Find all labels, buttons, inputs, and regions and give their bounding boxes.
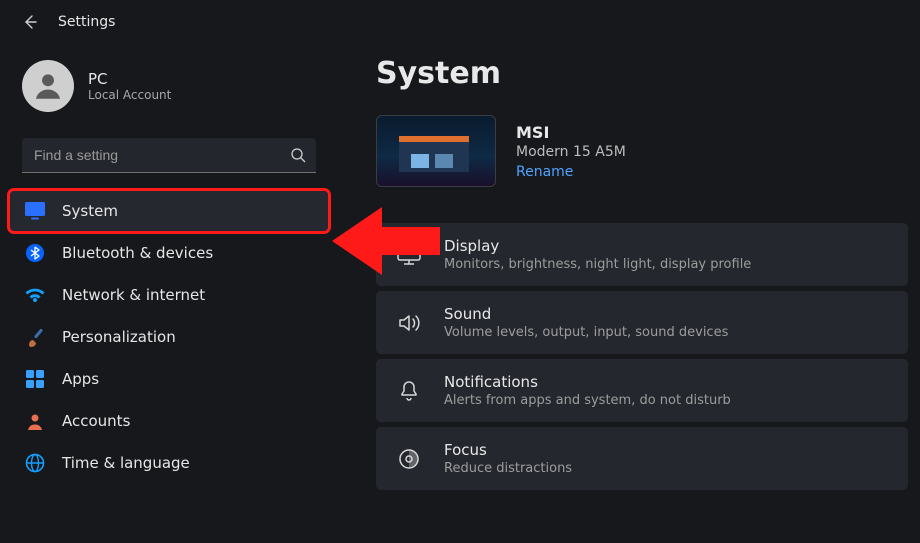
paintbrush-icon (24, 326, 46, 348)
sidebar-item-label: Bluetooth & devices (62, 244, 213, 262)
card-title: Notifications (444, 373, 731, 391)
focus-icon (396, 446, 422, 472)
search-icon (290, 147, 306, 163)
sidebar-item-label: Accounts (62, 412, 130, 430)
bluetooth-icon (24, 242, 46, 264)
card-title: Focus (444, 441, 572, 459)
search-field[interactable] (34, 147, 290, 163)
device-name: MSI (516, 123, 626, 142)
card-display[interactable]: Display Monitors, brightness, night ligh… (376, 223, 908, 286)
device-model: Modern 15 A5M (516, 144, 626, 160)
sidebar-item-label: Personalization (62, 328, 176, 346)
avatar (22, 60, 74, 112)
display-icon (396, 242, 422, 268)
sidebar-item-personalization[interactable]: Personalization (10, 317, 328, 357)
card-sound[interactable]: Sound Volume levels, output, input, soun… (376, 291, 908, 354)
card-sub: Monitors, brightness, night light, displ… (444, 257, 751, 272)
sidebar-item-apps[interactable]: Apps (10, 359, 328, 399)
card-focus[interactable]: Focus Reduce distractions (376, 427, 908, 490)
card-title: Display (444, 237, 751, 255)
card-sub: Volume levels, output, input, sound devi… (444, 325, 728, 340)
rename-link[interactable]: Rename (516, 164, 626, 180)
sidebar-item-label: Apps (62, 370, 99, 388)
card-notifications[interactable]: Notifications Alerts from apps and syste… (376, 359, 908, 422)
card-sub: Alerts from apps and system, do not dist… (444, 393, 731, 408)
bell-icon (396, 378, 422, 404)
sidebar-item-label: System (62, 202, 118, 220)
monitor-icon (24, 200, 46, 222)
back-icon[interactable] (22, 14, 38, 30)
sidebar-item-accounts[interactable]: Accounts (10, 401, 328, 441)
globe-clock-icon (24, 452, 46, 474)
account-name: PC (88, 70, 171, 88)
sidebar-item-time-language[interactable]: Time & language (10, 443, 328, 483)
main-panel: System MSI Modern 15 A5M Rename Display … (338, 44, 920, 543)
page-title: System (376, 56, 908, 91)
app-title: Settings (58, 14, 115, 30)
card-title: Sound (444, 305, 728, 323)
card-sub: Reduce distractions (444, 461, 572, 476)
sidebar-item-label: Network & internet (62, 286, 205, 304)
sidebar-item-label: Time & language (62, 454, 190, 472)
nav: System Bluetooth & devices Network & int… (0, 191, 338, 483)
account-sub: Local Account (88, 88, 171, 102)
wifi-icon (24, 284, 46, 306)
device-thumbnail (376, 115, 496, 187)
sidebar-item-bluetooth[interactable]: Bluetooth & devices (10, 233, 328, 273)
sound-icon (396, 310, 422, 336)
sidebar-item-network[interactable]: Network & internet (10, 275, 328, 315)
apps-icon (24, 368, 46, 390)
device-card[interactable]: MSI Modern 15 A5M Rename (376, 115, 908, 187)
person-icon (24, 410, 46, 432)
sidebar: PC Local Account System (0, 44, 338, 543)
sidebar-item-system[interactable]: System (10, 191, 328, 231)
account-block[interactable]: PC Local Account (0, 56, 338, 138)
search-input[interactable] (22, 138, 316, 173)
